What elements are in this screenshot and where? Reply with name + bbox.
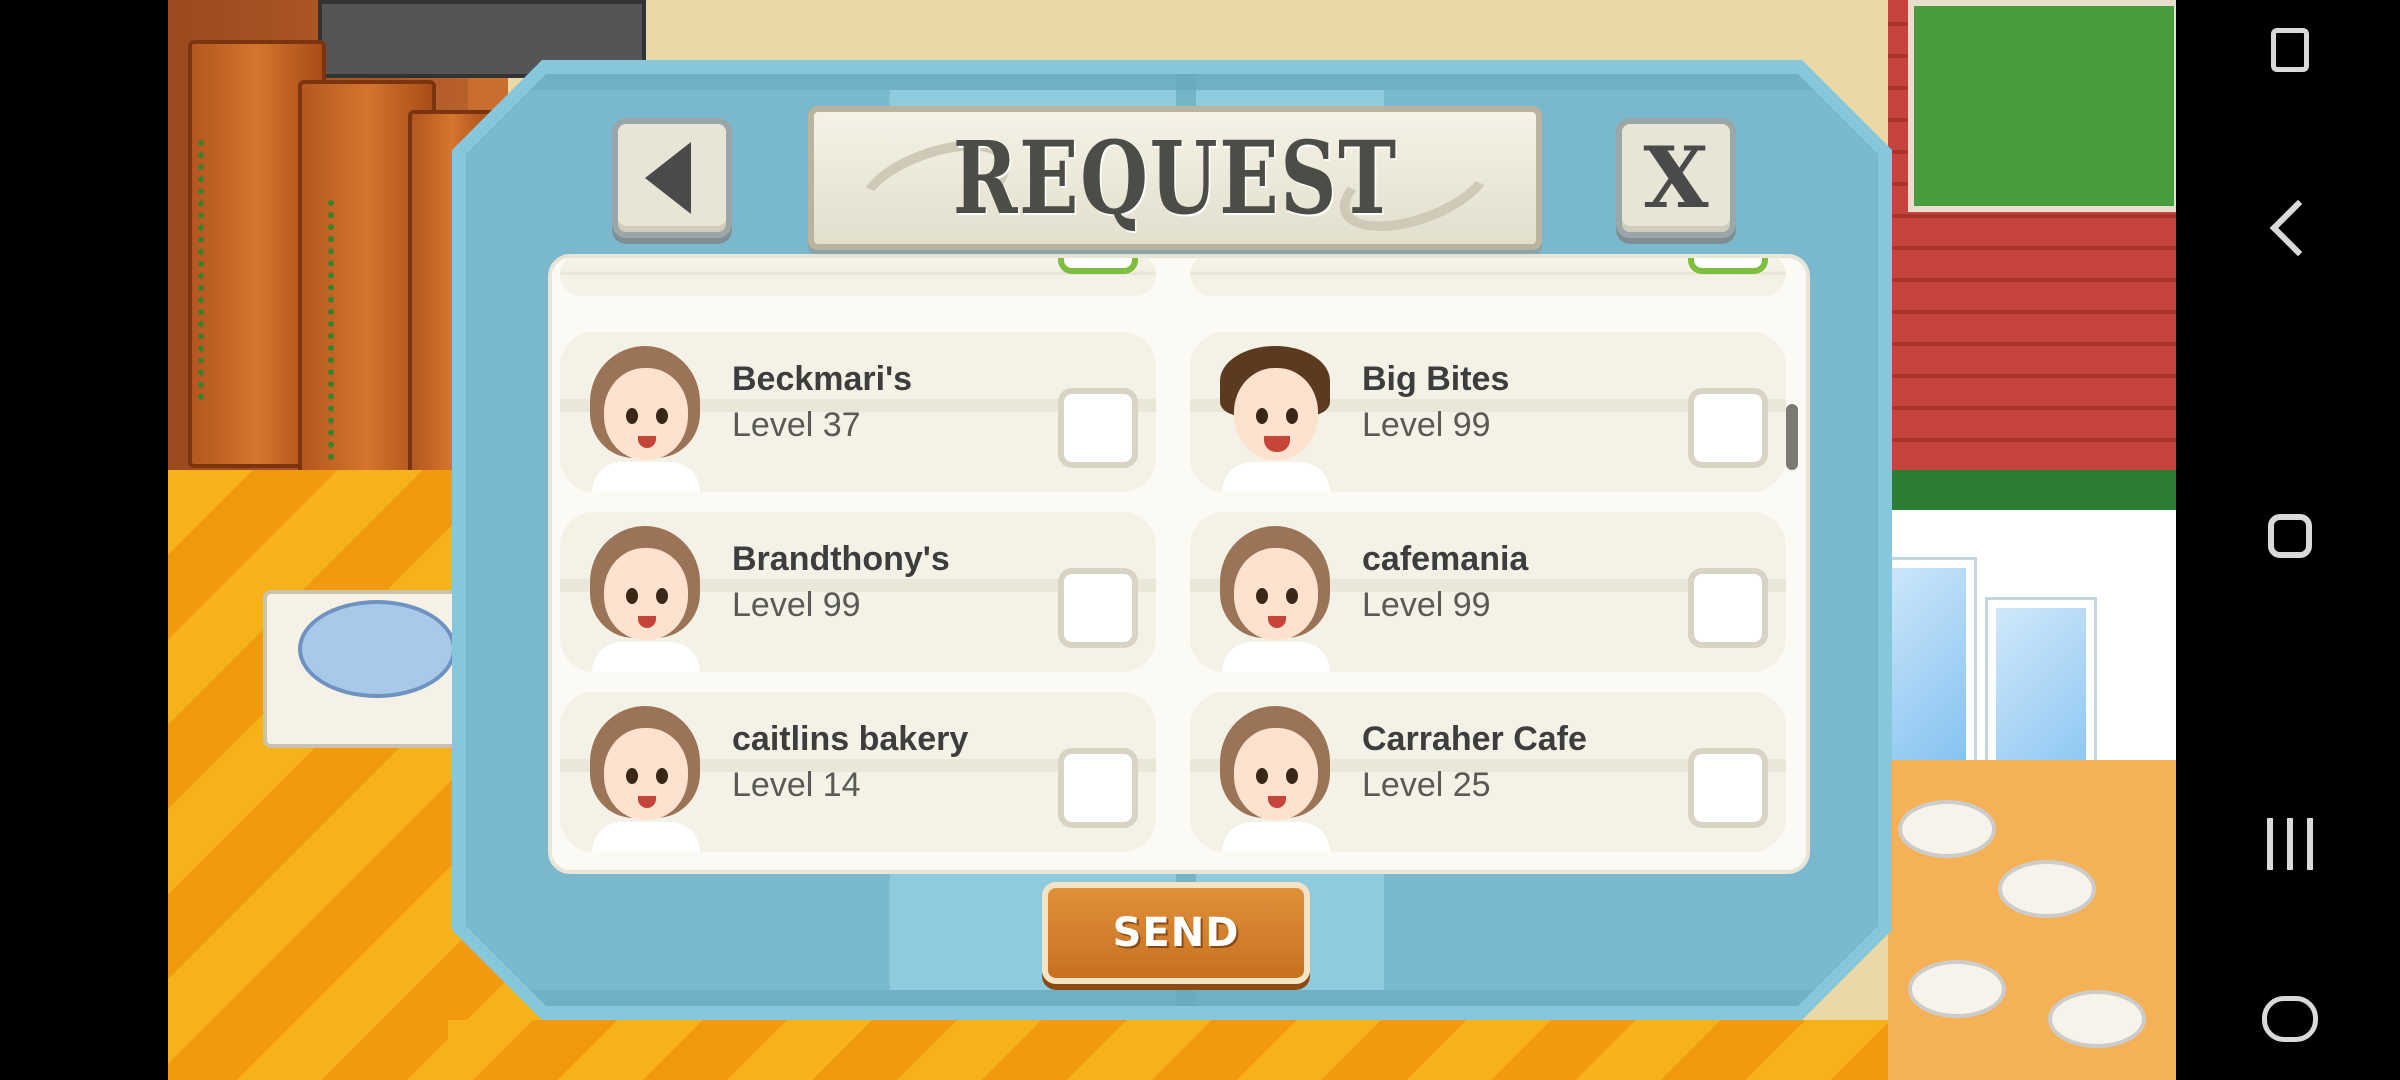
friend-checkbox[interactable] [1058, 748, 1138, 828]
friend-name: Brandthony's [732, 540, 950, 578]
friend-name: Carraher Cafe [1362, 720, 1587, 758]
dialog-title: REQUEST [952, 119, 1398, 237]
list-item-partial [560, 258, 1156, 296]
female-chef-avatar [1212, 526, 1332, 672]
friend-checkbox[interactable] [1688, 748, 1768, 828]
friend-card[interactable]: Brandthony's Level 99 [560, 512, 1156, 672]
friend-level: Level 37 [732, 406, 861, 444]
close-button[interactable]: X [1616, 118, 1736, 238]
friend-checkbox[interactable] [1688, 388, 1768, 468]
planter-box [1908, 0, 2176, 212]
friend-name: cafemania [1362, 540, 1529, 578]
gamepad-icon[interactable] [2262, 996, 2318, 1042]
friend-level: Level 14 [732, 766, 861, 804]
friend-card[interactable]: Big Bites Level 99 [1190, 332, 1786, 492]
friend-card[interactable]: Carraher Cafe Level 25 [1190, 692, 1786, 852]
friend-name: Beckmari's [732, 360, 913, 398]
friend-card[interactable]: Beckmari's Level 37 [560, 332, 1156, 492]
friend-level: Level 99 [1362, 586, 1491, 624]
garland-decoration [1888, 470, 2176, 510]
bowl [1998, 860, 2096, 918]
screen-lock-icon[interactable] [2271, 28, 2309, 72]
bowl [1908, 960, 2006, 1018]
female-chef-avatar [582, 346, 702, 492]
male-chef-avatar [1212, 346, 1332, 492]
back-button[interactable] [612, 118, 732, 238]
friend-name: caitlins bakery [732, 720, 969, 758]
dialog-top-band [466, 74, 1878, 90]
dialog-bottom-band [466, 990, 1878, 1006]
checkbox[interactable] [1058, 258, 1138, 274]
friend-list[interactable]: Beckmari's Level 37 Big Bites Level 99 B… [548, 254, 1810, 874]
bowl [1898, 800, 1996, 858]
list-scrollbar[interactable] [1786, 404, 1798, 470]
food-plate [298, 600, 456, 698]
floor-strip [448, 1020, 1888, 1080]
send-label: SEND [1112, 910, 1240, 956]
female-chef-avatar [582, 706, 702, 852]
checkbox[interactable] [1688, 258, 1768, 274]
list-item-partial [1190, 258, 1786, 296]
friend-checkbox[interactable] [1058, 388, 1138, 468]
friend-checkbox[interactable] [1058, 568, 1138, 648]
friend-level: Level 99 [732, 586, 861, 624]
friend-level: Level 25 [1362, 766, 1491, 804]
friend-level: Level 99 [1362, 406, 1491, 444]
female-chef-avatar [582, 526, 702, 672]
female-chef-avatar [1212, 706, 1332, 852]
friend-card[interactable]: caitlins bakery Level 14 [560, 692, 1156, 852]
title-plate: REQUEST [808, 106, 1542, 250]
friend-checkbox[interactable] [1688, 568, 1768, 648]
home-icon[interactable] [2268, 514, 2312, 558]
send-button[interactable]: SEND [1042, 882, 1310, 984]
recents-icon[interactable] [2267, 818, 2313, 870]
friend-name: Big Bites [1362, 360, 1510, 398]
vine-decoration [198, 140, 214, 400]
left-triangle-icon [645, 142, 691, 214]
bowl [2048, 990, 2146, 1048]
friend-card[interactable]: cafemania Level 99 [1190, 512, 1786, 672]
vine-decoration [328, 200, 344, 460]
x-icon: X [1643, 128, 1709, 227]
